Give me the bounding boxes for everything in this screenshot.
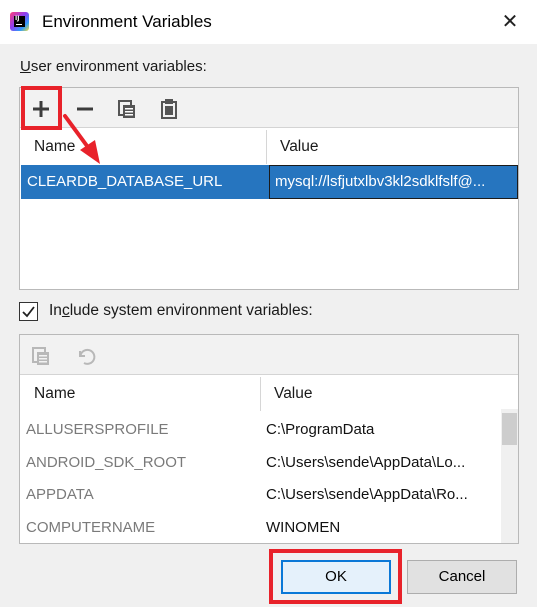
table-row[interactable]: CLEARDB_DATABASE_URL mysql://lsfjutxlbv3…	[21, 165, 518, 199]
variable-value-cell: WINOMEN	[266, 519, 341, 536]
variable-name-cell: COMPUTERNAME	[26, 519, 156, 536]
variable-name-cell: ANDROID_SDK_ROOT	[26, 454, 187, 471]
minus-icon[interactable]	[72, 96, 98, 122]
user-variables-toolbar	[20, 88, 518, 128]
user-value-column-header[interactable]: Value	[280, 130, 319, 164]
scrollbar-thumb[interactable]	[502, 413, 517, 445]
ok-button[interactable]: OK	[281, 560, 391, 594]
system-variables-toolbar	[20, 335, 518, 375]
title-bar: Environment Variables ✕	[0, 0, 537, 44]
system-variables-table: Name Value ALLUSERSPROFILE C:\ProgramDat…	[19, 334, 519, 544]
include-system-vars-checkbox[interactable]	[19, 302, 38, 321]
copy-icon	[28, 343, 54, 369]
variable-value-cell: C:\Users\sende\AppData\Ro...	[266, 486, 468, 503]
undo-icon	[72, 343, 98, 369]
system-name-column-header[interactable]: Name	[34, 377, 75, 411]
variable-value-cell: C:\Users\sende\AppData\Lo...	[266, 454, 466, 471]
variable-name-cell[interactable]: CLEARDB_DATABASE_URL	[27, 165, 222, 199]
variable-name-cell: ALLUSERSPROFILE	[26, 421, 169, 438]
window-title: Environment Variables	[42, 12, 212, 31]
user-name-column-header[interactable]: Name	[34, 130, 75, 164]
intellij-app-icon	[10, 12, 29, 31]
table-row[interactable]: APPDATA C:\Users\sende\AppData\Ro...	[20, 479, 500, 511]
column-divider[interactable]	[260, 377, 261, 411]
variable-value-cell[interactable]: mysql://lsfjutxlbv3kl2sdklfslf@...	[269, 165, 518, 199]
table-row[interactable]: ALLUSERSPROFILE C:\ProgramData	[20, 414, 500, 446]
table-row[interactable]: ANDROID_SDK_ROOT C:\Users\sende\AppData\…	[20, 447, 500, 479]
user-label-mnemonic: U	[20, 58, 31, 75]
plus-icon[interactable]	[28, 96, 54, 122]
user-label-text: ser environment variables:	[30, 58, 207, 75]
column-divider[interactable]	[266, 130, 267, 164]
table-row[interactable]: COMPUTERNAME WINOMEN	[20, 512, 500, 543]
user-variables-table: Name Value CLEARDB_DATABASE_URL mysql://…	[19, 87, 519, 290]
cancel-button[interactable]: Cancel	[407, 560, 517, 594]
system-value-column-header[interactable]: Value	[274, 377, 313, 411]
paste-icon[interactable]	[156, 96, 182, 122]
include-system-vars-label[interactable]: Include system environment variables:	[49, 302, 313, 320]
close-icon[interactable]: ✕	[495, 6, 525, 36]
user-variables-label: User environment variables:	[20, 58, 207, 75]
variable-value-cell: C:\ProgramData	[266, 421, 375, 438]
vertical-scrollbar[interactable]	[501, 409, 518, 543]
variable-name-cell: APPDATA	[26, 486, 94, 503]
copy-icon[interactable]	[114, 96, 140, 122]
